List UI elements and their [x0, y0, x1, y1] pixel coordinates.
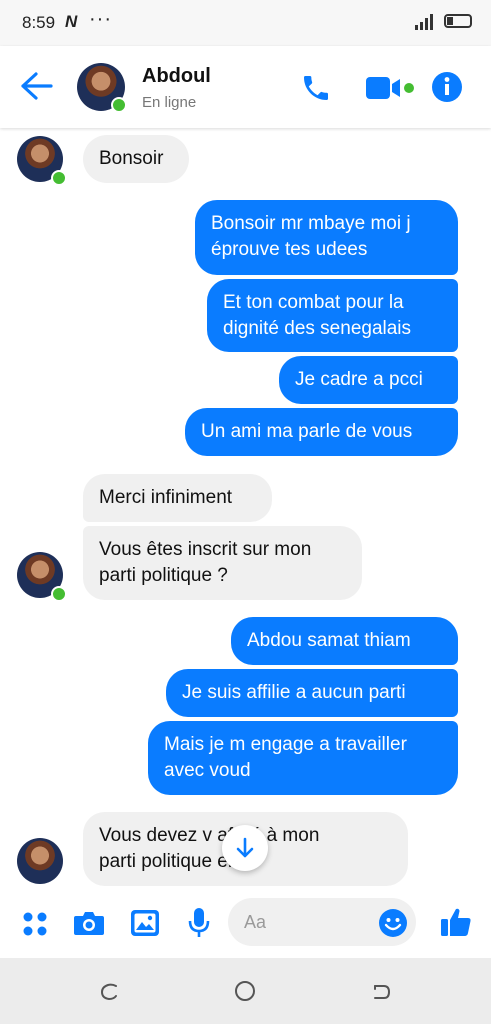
contact-name[interactable]: Abdoul [142, 65, 211, 88]
incoming-message[interactable]: Vous êtes inscrit sur mon parti politiqu… [83, 526, 362, 600]
back-arrow-icon[interactable] [20, 71, 54, 101]
outgoing-message[interactable]: Je suis affilie a aucun parti [166, 669, 458, 717]
message-text: Bonsoir mr mbaye moi j [211, 213, 411, 234]
message-composer: Aa [0, 886, 491, 958]
emoji-icon[interactable] [378, 908, 408, 938]
conversation-header: Abdoul En ligne [0, 46, 491, 128]
app-notification-icon: N [65, 12, 78, 31]
message-text: Mais je m engage a travailler [164, 734, 407, 755]
more-notifications-icon: ··· [89, 8, 112, 30]
message-text: dignité des senegalais [223, 318, 412, 339]
battery-icon [444, 14, 472, 28]
online-indicator [111, 97, 127, 113]
back-nav-icon[interactable] [370, 982, 392, 1002]
message-text: Merci infiniment [99, 487, 233, 508]
online-indicator [51, 170, 67, 186]
microphone-icon[interactable] [188, 907, 210, 939]
system-navigation-bar [0, 958, 491, 1024]
message-text: Je suis affilie a aucun parti [182, 682, 406, 703]
contact-status: En ligne [142, 94, 197, 111]
outgoing-message[interactable]: Je cadre a pcci [279, 356, 458, 404]
contact-avatar-small[interactable] [17, 838, 63, 884]
video-call-icon[interactable] [366, 74, 416, 102]
status-time: 8:59 [22, 13, 56, 32]
recent-apps-icon[interactable] [99, 982, 121, 1002]
info-icon[interactable] [431, 71, 463, 103]
message-text: Vous êtes inscrit sur mon [99, 539, 312, 560]
outgoing-message[interactable]: Un ami ma parle de vous [185, 408, 458, 456]
online-indicator [51, 586, 67, 602]
thumbs-up-icon[interactable] [440, 906, 472, 938]
message-text: Abdou samat thiam [247, 630, 411, 651]
arrow-down-icon [236, 837, 254, 858]
camera-icon[interactable] [73, 910, 105, 936]
message-text: avec voud [164, 760, 251, 781]
scroll-to-bottom-button[interactable] [222, 825, 268, 871]
message-input[interactable]: Aa [228, 898, 416, 946]
incoming-message[interactable]: Bonsoir [83, 135, 189, 183]
message-text: Un ami ma parle de vous [201, 421, 413, 442]
gallery-icon[interactable] [130, 909, 160, 937]
message-text: parti politique ? [99, 565, 228, 586]
outgoing-message[interactable]: Bonsoir mr mbaye moi j éprouve tes udees [195, 200, 458, 275]
outgoing-message[interactable]: Mais je m engage a travailler avec voud [148, 721, 458, 795]
phone-call-icon[interactable] [300, 72, 332, 104]
outgoing-message[interactable]: Et ton combat pour la dignité des senega… [207, 279, 458, 352]
message-text: éprouve tes udees [211, 239, 368, 260]
message-input-placeholder: Aa [244, 912, 267, 932]
status-bar: 8:59 N ··· [0, 0, 491, 46]
incoming-message[interactable]: Merci infiniment [83, 474, 272, 522]
outgoing-message[interactable]: Abdou samat thiam [231, 617, 458, 665]
message-text: Bonsoir [99, 148, 164, 169]
message-text: Je cadre a pcci [295, 369, 423, 390]
more-actions-icon[interactable] [22, 911, 48, 937]
message-text: Et ton combat pour la [223, 292, 404, 313]
signal-icon [415, 14, 433, 30]
home-icon[interactable] [234, 980, 256, 1002]
